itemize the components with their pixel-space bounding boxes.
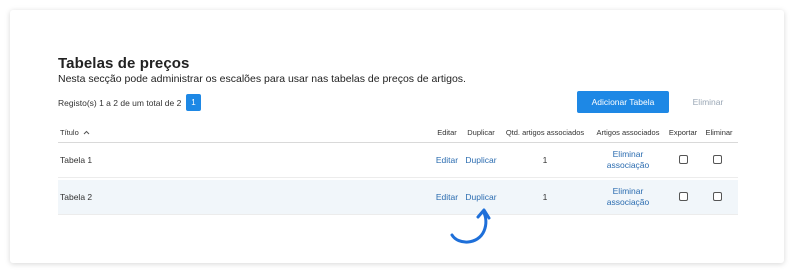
table-header: Título Editar Duplicar Qtd. artigos asso…	[58, 125, 738, 143]
table-row: Tabela 2 Editar Duplicar 1 Eliminar asso…	[58, 180, 738, 215]
associated-count: 1	[542, 192, 548, 202]
chevron-up-icon	[83, 130, 90, 135]
column-edit-header: Editar	[437, 128, 457, 137]
associated-count: 1	[542, 155, 548, 165]
column-title-header[interactable]: Título	[60, 128, 90, 137]
remove-association-link[interactable]: Eliminar associação	[607, 149, 650, 171]
column-export-header: Exportar	[668, 128, 698, 137]
column-assoc-header: Artigos associados	[596, 128, 660, 137]
remove-association-link[interactable]: Eliminar associação	[607, 186, 650, 208]
duplicate-link[interactable]: Duplicar	[465, 155, 496, 165]
delete-checkbox[interactable]	[713, 155, 722, 164]
delete-checkbox[interactable]	[713, 192, 722, 201]
duplicate-link[interactable]: Duplicar	[465, 192, 496, 202]
row-title: Tabela 1	[60, 155, 93, 165]
page-subtitle: Nesta secção pode administrar os escalõe…	[58, 73, 466, 85]
edit-link[interactable]: Editar	[436, 192, 458, 202]
delete-button[interactable]: Eliminar	[678, 91, 738, 113]
edit-link[interactable]: Editar	[436, 155, 458, 165]
curved-arrow-icon	[450, 208, 491, 244]
row-title: Tabela 2	[60, 192, 93, 202]
column-delete-header: Eliminar	[705, 128, 733, 137]
pagination-page-1-button[interactable]: 1	[186, 94, 201, 111]
export-checkbox[interactable]	[679, 155, 688, 164]
column-duplicate-header: Duplicar	[467, 128, 495, 137]
column-qty-header: Qtd. artigos associados	[505, 128, 585, 137]
table-row: Tabela 1 Editar Duplicar 1 Eliminar asso…	[58, 143, 738, 178]
page-title: Tabelas de preços	[58, 55, 190, 72]
records-count: Registo(s) 1 a 2 de um total de 2	[58, 98, 182, 108]
add-table-button[interactable]: Adicionar Tabela	[577, 91, 669, 113]
export-checkbox[interactable]	[679, 192, 688, 201]
